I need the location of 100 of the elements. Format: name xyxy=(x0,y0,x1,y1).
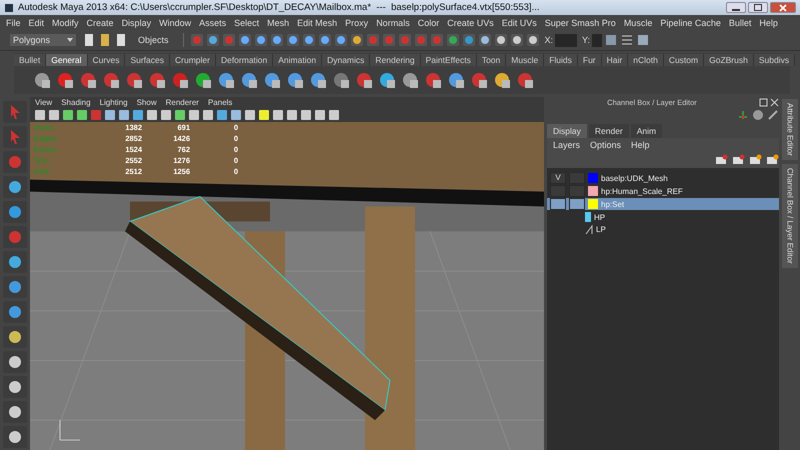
pencil-icon[interactable] xyxy=(767,109,779,121)
side-tab[interactable]: Attribute Editor xyxy=(782,99,798,160)
view-option-icon[interactable] xyxy=(188,109,200,121)
shelf-tool-icon[interactable] xyxy=(101,70,121,90)
editor-tab[interactable]: Display xyxy=(547,124,587,138)
sub-layer-row[interactable]: LP xyxy=(547,223,779,235)
view-option-icon[interactable] xyxy=(118,109,130,121)
view-option-icon[interactable] xyxy=(174,109,186,121)
shelf-tool-icon[interactable] xyxy=(147,70,167,90)
shelf-tab[interactable]: Bullet xyxy=(14,54,46,66)
menu-item[interactable]: Edit xyxy=(28,18,44,28)
list-icon[interactable] xyxy=(620,33,634,47)
shelf-tool-icon[interactable] xyxy=(193,70,213,90)
tool-icon[interactable] xyxy=(238,33,252,47)
layer-tool-icon[interactable] xyxy=(714,154,728,166)
menu-item[interactable]: Color xyxy=(418,18,440,28)
shelf-tab[interactable]: Hair xyxy=(602,54,628,66)
tool-icon[interactable] xyxy=(526,33,540,47)
shelf-tab[interactable]: Surfaces xyxy=(125,54,170,66)
shelf-tab[interactable]: Custom xyxy=(664,54,704,66)
shelf-tool-icon[interactable] xyxy=(400,70,420,90)
menu-item[interactable]: Proxy xyxy=(345,18,368,28)
tool-icon[interactable] xyxy=(3,301,27,323)
panel-menu-item[interactable]: Panels xyxy=(208,98,232,107)
tool-icon[interactable] xyxy=(334,33,348,47)
shelf-tool-icon[interactable] xyxy=(354,70,374,90)
view-option-icon[interactable] xyxy=(328,109,340,121)
menu-item[interactable]: Edit UVs xyxy=(502,18,537,28)
shelf-tool-icon[interactable] xyxy=(32,70,52,90)
shelf-tab[interactable]: Deformation xyxy=(216,54,274,66)
shelf-tool-icon[interactable] xyxy=(515,70,535,90)
shelf-tool-icon[interactable] xyxy=(469,70,489,90)
tool-icon[interactable] xyxy=(3,351,27,373)
shelf-tab[interactable]: Toon xyxy=(476,54,506,66)
view-option-icon[interactable] xyxy=(286,109,298,121)
view-option-icon[interactable] xyxy=(146,109,158,121)
shelf-tab[interactable]: Curves xyxy=(88,54,126,66)
view-option-icon[interactable] xyxy=(62,109,74,121)
view-option-icon[interactable] xyxy=(132,109,144,121)
panel-menu-item[interactable]: Shading xyxy=(61,98,91,107)
tool-icon[interactable] xyxy=(3,376,27,398)
panel-menu-item[interactable]: View xyxy=(35,98,52,107)
shelf-tab[interactable]: GoZBrush xyxy=(704,54,754,66)
shelf-tab[interactable]: Subdivs xyxy=(754,54,796,66)
axis-icon[interactable] xyxy=(737,109,749,121)
layer-menu-item[interactable]: Options xyxy=(590,140,622,150)
shelf-tool-icon[interactable] xyxy=(331,70,351,90)
view-option-icon[interactable] xyxy=(272,109,284,121)
y-input-field[interactable] xyxy=(592,34,602,46)
shelf-tool-icon[interactable] xyxy=(377,70,397,90)
panel-menu-item[interactable]: Show xyxy=(136,98,157,107)
shelf-tool-icon[interactable] xyxy=(446,70,466,90)
view-option-icon[interactable] xyxy=(314,109,326,121)
tool-icon[interactable] xyxy=(350,33,364,47)
tool-icon[interactable] xyxy=(318,33,332,47)
editor-tab[interactable]: Anim xyxy=(630,124,662,138)
layer-tool-icon[interactable] xyxy=(731,154,745,166)
display-type-toggle[interactable] xyxy=(569,198,585,210)
menu-item[interactable]: Display xyxy=(122,18,152,28)
menu-item[interactable]: Select xyxy=(234,18,260,28)
circle-icon[interactable] xyxy=(752,109,764,121)
shelf-tool-icon[interactable] xyxy=(239,70,259,90)
view-option-icon[interactable] xyxy=(104,109,116,121)
shelf-tab[interactable]: Animation xyxy=(273,54,322,66)
menu-item[interactable]: Help xyxy=(759,18,778,28)
tool-icon[interactable] xyxy=(3,251,27,273)
tool-icon[interactable] xyxy=(3,276,27,298)
tool-icon[interactable] xyxy=(3,176,27,198)
tool-icon[interactable] xyxy=(478,33,492,47)
shelf-tool-icon[interactable] xyxy=(492,70,512,90)
shelf-tab[interactable]: General xyxy=(46,54,88,66)
tool-icon[interactable] xyxy=(510,33,524,47)
tool-icon[interactable] xyxy=(494,33,508,47)
display-type-toggle[interactable] xyxy=(569,185,585,197)
layers-icon[interactable] xyxy=(636,33,650,47)
shelf-tab[interactable]: Dynamics xyxy=(322,54,370,66)
menu-item[interactable]: Muscle xyxy=(624,18,652,28)
tool-icon[interactable] xyxy=(270,33,284,47)
tool-icon[interactable] xyxy=(446,33,460,47)
menu-item[interactable]: File xyxy=(6,18,21,28)
view-option-icon[interactable] xyxy=(160,109,172,121)
menu-item[interactable]: Super Smash Pro xyxy=(544,18,616,28)
tool-icon[interactable] xyxy=(3,401,27,423)
shelf-tab[interactable]: Fur xyxy=(578,54,602,66)
view-option-icon[interactable] xyxy=(48,109,60,121)
menu-item[interactable]: Bullet xyxy=(728,18,752,28)
close-icon[interactable] xyxy=(770,98,779,107)
view-option-icon[interactable] xyxy=(34,109,46,121)
shelf-tool-icon[interactable] xyxy=(78,70,98,90)
tool-icon[interactable] xyxy=(462,33,476,47)
file-icon[interactable] xyxy=(114,33,128,47)
layer-row[interactable]: V baselp:UDK_Mesh xyxy=(547,172,779,184)
menu-item[interactable]: Pipeline Cache xyxy=(660,18,721,28)
close-button[interactable] xyxy=(770,2,796,13)
view-option-icon[interactable] xyxy=(202,109,214,121)
sub-layer-row[interactable]: HP xyxy=(547,211,779,223)
panel-menu-item[interactable]: Renderer xyxy=(166,98,199,107)
shelf-tab[interactable]: Crumpler xyxy=(170,54,216,66)
visibility-toggle[interactable] xyxy=(550,198,566,210)
shelf-tab[interactable]: Muscle xyxy=(506,54,544,66)
